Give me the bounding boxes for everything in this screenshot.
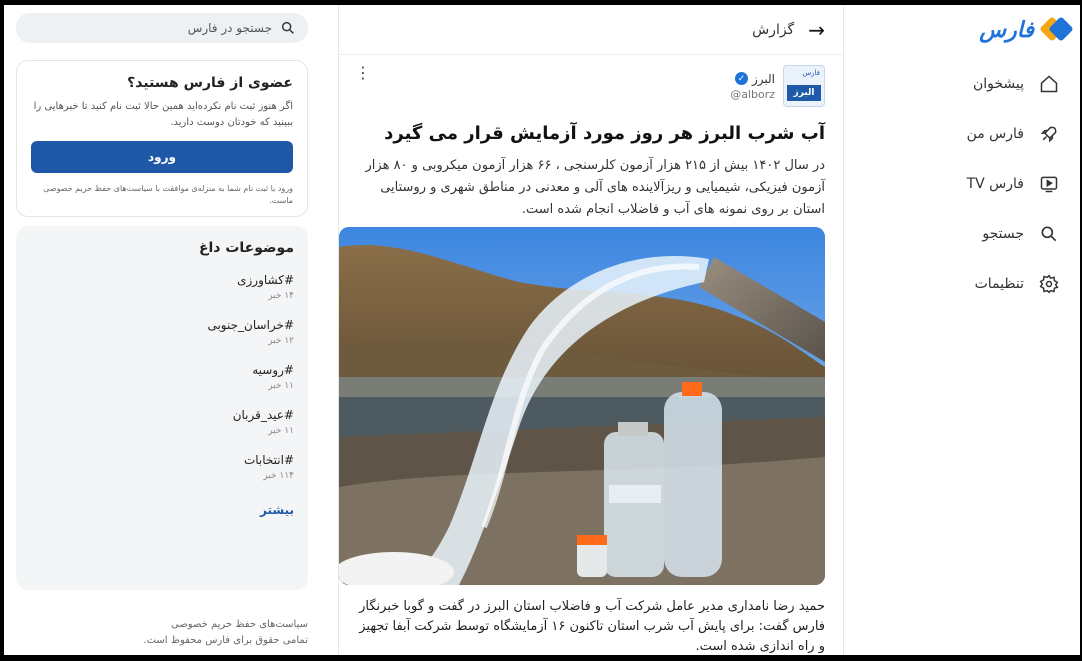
topic-item[interactable]: #عید_قربان ۱۱ خبر (30, 408, 294, 436)
topic-tag: #انتخابات (243, 453, 294, 467)
gear-icon (1038, 273, 1060, 295)
logo[interactable]: فارس (979, 16, 1074, 43)
avatar[interactable]: فارس البرز (783, 65, 825, 107)
fars-logo-icon (1039, 16, 1074, 43)
author-meta: البرز ✓ @alborz (730, 72, 775, 101)
topic-count: ۱۱۴ خبر (263, 471, 294, 481)
topic-tag: #کشاورزی (237, 273, 294, 287)
home-icon (1038, 73, 1060, 95)
sidebar-footer: سیاست‌های حفظ حریم خصوصی تمامی حقوق برای… (16, 617, 308, 649)
header-title: گزارش (752, 21, 795, 38)
water-pipe-photo (339, 227, 825, 585)
avatar-mini-text: فارس (802, 69, 820, 77)
member-desc: اگر هنوز ثبت نام نکرده‌اید همین حالا ثبت… (33, 101, 293, 128)
author-name: البرز (751, 71, 775, 86)
main-nav: فارس پیشخوان فارس من فارس TV جستجو تنظیم… (844, 5, 1080, 655)
member-card: عضوی از فارس هستید؟ اگر هنوز ثبت نام نکر… (16, 60, 308, 217)
nav-list: پیشخوان فارس من فارس TV جستجو تنظیمات (844, 59, 1080, 309)
author-handle: @alborz (730, 87, 775, 101)
topic-count: ۱۱ خبر (268, 381, 294, 391)
topic-item[interactable]: #انتخابات ۱۱۴ خبر (30, 453, 294, 481)
article-image[interactable] (339, 227, 825, 585)
nav-item-home[interactable]: پیشخوان (844, 59, 1080, 109)
left-sidebar: جستجو در فارس عضوی از فارس هستید؟ اگر هن… (4, 5, 334, 655)
member-note[interactable]: ورود یا ثبت نام شما به منزله‌ی موافقت با… (31, 183, 293, 207)
trending-topics: موضوعات داغ #کشاورزی ۱۴ خبر #خراسان_جنوب… (16, 226, 308, 590)
more-options-icon[interactable]: ⋮ (355, 63, 371, 82)
copyright-text: تمامی حقوق برای فارس محفوظ است. (143, 635, 308, 646)
search-icon (1038, 223, 1060, 245)
rocket-icon (1038, 123, 1060, 145)
article-title: آب شرب البرز هر روز مورد آزمایش قرار می … (384, 123, 825, 144)
member-title: عضوی از فارس هستید؟ (127, 75, 293, 91)
nav-item-search[interactable]: جستجو (844, 209, 1080, 259)
topic-count: ۱۲ خبر (268, 336, 294, 346)
topics-title: موضوعات داغ (198, 240, 294, 256)
author-name-row[interactable]: البرز ✓ (730, 72, 775, 86)
tv-icon (1038, 173, 1060, 195)
nav-item-my-fars[interactable]: فارس من (844, 109, 1080, 159)
search-input[interactable]: جستجو در فارس (16, 13, 308, 43)
topic-item[interactable]: #خراسان_جنوبی ۱۲ خبر (30, 318, 294, 346)
verified-icon: ✓ (734, 72, 748, 85)
nav-item-settings[interactable]: تنظیمات (844, 259, 1080, 309)
nav-label: فارس من (966, 126, 1024, 142)
privacy-link[interactable]: سیاست‌های حفظ حریم خصوصی (16, 617, 308, 633)
nav-label: تنظیمات (974, 276, 1024, 292)
topic-count: ۱۱ خبر (268, 426, 294, 436)
logo-text: فارس (979, 17, 1034, 43)
search-icon (280, 20, 296, 36)
nav-label: جستجو (982, 226, 1024, 242)
more-topics-link[interactable]: بیشتر (30, 503, 294, 517)
topic-count: ۱۴ خبر (268, 291, 294, 301)
article-header: → گزارش (339, 5, 843, 55)
topic-tag: #خراسان_جنوبی (207, 318, 294, 332)
nav-item-fars-tv[interactable]: فارس TV (844, 159, 1080, 209)
article-body: حمید رضا نامداری مدیر عامل شرکت آب و فاض… (359, 599, 825, 654)
article-column: → گزارش فارس البرز البرز ✓ @alborz ⋮ آب … (338, 5, 844, 655)
nav-label: پیشخوان (972, 76, 1024, 92)
topic-tag: #روسیه (252, 363, 294, 377)
avatar-text: البرز (787, 85, 821, 101)
nav-label: فارس TV (966, 176, 1024, 192)
article-lead: در سال ۱۴۰۲ بیش از ۲۱۵ هزار آزمون کلرسنج… (365, 158, 826, 217)
page: فارس پیشخوان فارس من فارس TV جستجو تنظیم… (4, 5, 1080, 655)
search-placeholder: جستجو در فارس (187, 21, 272, 35)
login-button[interactable]: ورود (31, 141, 293, 173)
back-arrow-icon[interactable]: → (808, 18, 825, 42)
topic-tag: #عید_قربان (232, 408, 294, 422)
topic-item[interactable]: #کشاورزی ۱۴ خبر (30, 273, 294, 301)
topic-item[interactable]: #روسیه ۱۱ خبر (30, 363, 294, 391)
author-row[interactable]: فارس البرز البرز ✓ @alborz (730, 65, 825, 107)
